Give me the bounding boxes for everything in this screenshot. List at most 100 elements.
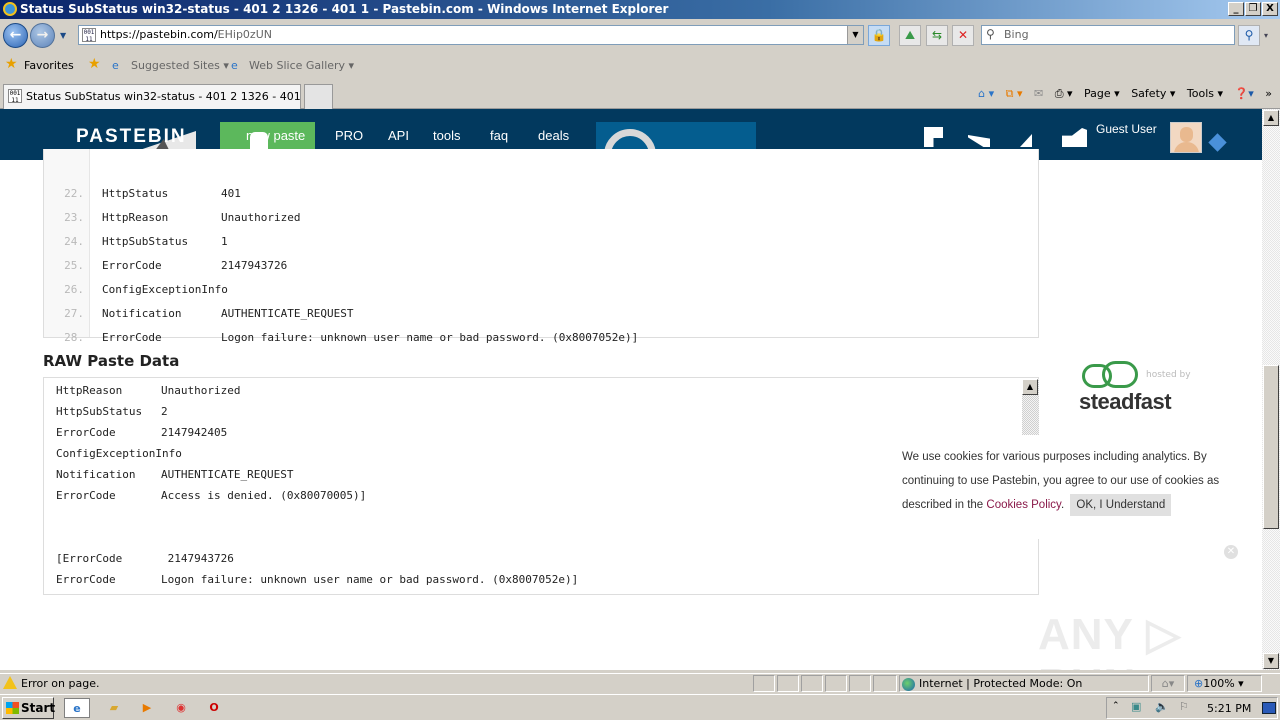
window-title-bar: Status SubStatus win32-status - 401 2 13… xyxy=(0,0,1280,19)
close-button[interactable]: X xyxy=(1262,2,1278,16)
sponsor-steadfast[interactable]: hosted by steadfast xyxy=(1078,360,1208,420)
status-segment xyxy=(753,675,775,692)
more-commands-button[interactable]: » xyxy=(1265,87,1272,100)
minimize-button[interactable]: _ xyxy=(1228,2,1244,16)
clock[interactable]: 5:21 PM xyxy=(1207,702,1251,715)
recent-pages-dropdown[interactable]: ▼ xyxy=(60,31,66,40)
messages-icon[interactable] xyxy=(968,135,990,147)
scroll-down-arrow-icon[interactable]: ▼ xyxy=(1263,653,1279,669)
zoom-level[interactable]: ⊕100% ▾ xyxy=(1187,675,1262,692)
raw-line: ErrorCode Logon failure: unknown user nam… xyxy=(56,573,579,586)
status-segment xyxy=(849,675,871,692)
ie-logo-icon xyxy=(3,2,17,16)
explorer-taskbar-icon[interactable]: ▰ xyxy=(101,698,127,718)
status-segment xyxy=(801,675,823,692)
favorites-button[interactable]: Favorites xyxy=(24,59,74,72)
forward-button[interactable]: → xyxy=(30,23,55,48)
home-icon[interactable]: ⌂ ▾ xyxy=(978,87,994,100)
windows-logo-icon xyxy=(6,702,19,714)
read-mail-icon[interactable]: ✉ xyxy=(1034,87,1043,100)
suggested-sites-link[interactable]: Suggested Sites ▾ xyxy=(131,59,229,72)
code-line: 23. HttpReason Unauthorized xyxy=(64,211,301,224)
rss-feed-icon[interactable]: ⧉ ▾ xyxy=(1006,87,1023,100)
start-button[interactable]: Start xyxy=(2,697,55,719)
cookie-accept-button[interactable]: OK, I Understand xyxy=(1070,494,1172,516)
new-tab-button[interactable] xyxy=(304,84,333,109)
code-line: 25. ErrorCode 2147943726 xyxy=(64,259,288,272)
protected-mode-icon[interactable]: ⌂▾ xyxy=(1151,675,1185,692)
site-search-box[interactable] xyxy=(596,122,756,151)
scroll-up-arrow-icon[interactable]: ▲ xyxy=(1022,379,1038,395)
search-options-dropdown[interactable]: ▾ xyxy=(1264,31,1268,40)
warning-icon[interactable] xyxy=(3,676,17,689)
print-icon[interactable]: ⎙ ▾ xyxy=(1055,87,1073,100)
network-icon[interactable]: ▣ xyxy=(1131,700,1141,713)
account-icon[interactable] xyxy=(1062,128,1087,147)
page-scrollbar[interactable]: ▲ ▼ xyxy=(1262,109,1280,670)
show-desktop-icon[interactable] xyxy=(1262,702,1276,714)
new-paste-button[interactable]: new paste xyxy=(220,122,315,152)
help-icon[interactable]: ❓▾ xyxy=(1235,87,1254,100)
web-slice-gallery-link[interactable]: Web Slice Gallery ▾ xyxy=(249,59,354,72)
page-viewport: PASTEBIN new paste PRO API tools faq dea… xyxy=(0,109,1262,670)
avatar[interactable] xyxy=(1170,122,1202,153)
raw-line: HttpReason Unauthorized xyxy=(56,384,241,397)
add-favorite-icon[interactable]: ★ xyxy=(88,56,101,72)
paste-icon[interactable] xyxy=(924,127,943,147)
media-player-taskbar-icon[interactable]: ▶ xyxy=(134,698,160,718)
internet-globe-icon xyxy=(902,677,915,691)
sponsor-brand: steadfast xyxy=(1079,389,1172,414)
restore-button[interactable]: ❐ xyxy=(1245,2,1261,16)
search-input[interactable]: ⚲ Bing xyxy=(981,25,1235,45)
user-name[interactable]: Guest User xyxy=(1096,122,1157,136)
edit-icon[interactable] xyxy=(1020,134,1032,147)
security-zone[interactable]: Internet | Protected Mode: On xyxy=(899,675,1149,692)
tab-bar: 001 11 Status SubStatus win32-status - 40… xyxy=(0,81,1280,109)
page-favicon-icon: 001 11 xyxy=(82,28,96,43)
nav-api[interactable]: API xyxy=(388,128,409,143)
nav-faq[interactable]: faq xyxy=(490,128,508,143)
address-dropdown-button[interactable]: ▼ xyxy=(847,26,863,44)
safety-menu[interactable]: Safety ▾ xyxy=(1131,87,1175,100)
action-center-flag-icon[interactable]: ⚐ xyxy=(1179,700,1189,713)
close-icon[interactable]: ✕ xyxy=(1224,545,1238,559)
code-line: 24. HttpSubStatus 1 xyxy=(64,235,228,248)
page-menu[interactable]: Page ▾ xyxy=(1084,87,1120,100)
compatibility-view-icon[interactable]: ⛰ xyxy=(899,25,921,46)
raw-line: Notification AUTHENTICATE_REQUEST xyxy=(56,468,294,481)
nav-pro[interactable]: PRO xyxy=(335,128,363,143)
security-lock-icon[interactable]: 🔒 xyxy=(868,25,890,46)
scroll-up-arrow-icon[interactable]: ▲ xyxy=(1263,110,1279,126)
raw-line: HttpSubStatus 2 xyxy=(56,405,168,418)
address-bar[interactable]: 001 11 https://pastebin.com/EHip0zUN ▼ xyxy=(78,25,864,45)
show-hidden-icons-button[interactable]: ⌃ xyxy=(1112,701,1120,711)
url-text[interactable]: https://pastebin.com/EHip0zUN xyxy=(100,28,272,41)
chrome-taskbar-icon[interactable]: ◉ xyxy=(168,698,194,718)
cookies-policy-link[interactable]: Cookies Policy xyxy=(986,499,1061,511)
volume-icon[interactable]: 🔈 xyxy=(1155,700,1169,713)
tab-pastebin[interactable]: 001 11 Status SubStatus win32-status - 40… xyxy=(3,84,301,109)
raw-paste-heading: RAW Paste Data xyxy=(43,352,180,370)
raw-line: ErrorCode Access is denied. (0x80070005)] xyxy=(56,489,367,502)
address-toolbar: ← → ▼ 001 11 https://pastebin.com/EHip0zU… xyxy=(0,19,1280,52)
hosted-by-label: hosted by xyxy=(1146,370,1191,380)
tools-menu[interactable]: Tools ▾ xyxy=(1187,87,1223,100)
nav-deals[interactable]: deals xyxy=(538,128,569,143)
favorites-star-icon: ★ xyxy=(5,56,18,72)
opera-taskbar-icon[interactable]: O xyxy=(201,698,227,718)
watermark: ANY ▷ RUN xyxy=(1038,610,1182,670)
ie-taskbar-icon[interactable]: e xyxy=(64,698,90,718)
site-logo[interactable]: PASTEBIN xyxy=(76,126,187,148)
raw-line: ErrorCode 2147942405 xyxy=(56,426,228,439)
raw-paste-textarea[interactable]: HttpReason Unauthorized HttpSubStatus 2 Er… xyxy=(43,377,1039,595)
loading-spinner-icon xyxy=(604,129,656,151)
user-menu-icon[interactable] xyxy=(1208,133,1227,152)
nav-tools[interactable]: tools xyxy=(433,128,460,143)
search-go-button[interactable]: ⚲ xyxy=(1238,25,1260,46)
stop-icon[interactable]: ✕ xyxy=(952,25,974,46)
refresh-icon[interactable]: ⇆ xyxy=(926,25,948,46)
scrollbar-thumb[interactable] xyxy=(1263,365,1279,529)
back-button[interactable]: ← xyxy=(3,23,28,48)
status-message[interactable]: Error on page. xyxy=(21,677,99,690)
taskbar: Start e ▰ ▶ ◉ O ⌃ ▣ 🔈 ⚐ 5:21 PM xyxy=(0,694,1280,720)
